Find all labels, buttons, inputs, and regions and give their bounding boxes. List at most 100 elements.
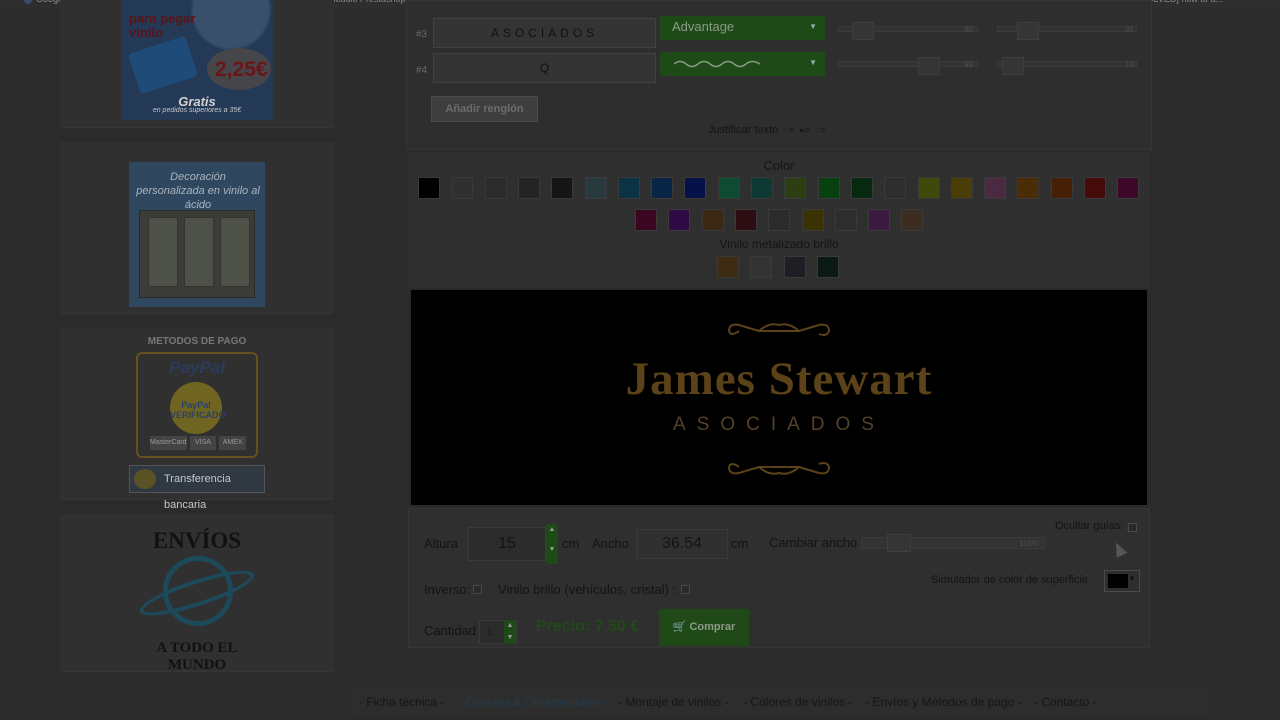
color-swatch[interactable] — [734, 209, 757, 231]
color-swatch[interactable] — [768, 209, 791, 231]
quantity-stepper[interactable]: ▲ ▼ — [504, 620, 516, 644]
slider-track — [838, 61, 978, 67]
stepper-down-icon[interactable]: ▼ — [504, 632, 516, 644]
color-swatch[interactable] — [517, 177, 540, 199]
metallic-swatch[interactable] — [816, 256, 839, 278]
quantity-value: 1 — [486, 626, 493, 638]
stepper-up-icon[interactable]: ▲ — [504, 620, 516, 632]
footer-link[interactable]: - Cenefas & Ornamentales - — [458, 695, 607, 709]
color-swatch[interactable] — [584, 177, 607, 199]
bank-transfer-badge[interactable]: Transferencia bancaria — [129, 465, 265, 511]
color-swatch[interactable] — [551, 177, 574, 199]
color-swatch[interactable] — [651, 177, 674, 199]
row-4-size-slider[interactable]: 99 — [838, 57, 978, 75]
color-swatch[interactable] — [1050, 177, 1073, 199]
promo-acid-banner[interactable]: Decoración personalizada en vinilo al ác… — [129, 162, 265, 307]
add-row-button[interactable]: Añadir renglón — [431, 96, 538, 122]
stepper-up-icon[interactable]: ▲ — [546, 524, 558, 544]
row-4-text-input[interactable]: Q — [433, 53, 656, 83]
slider-thumb[interactable] — [1001, 57, 1024, 75]
paypal-logo: PayPal — [169, 358, 225, 377]
stepper-down-icon[interactable]: ▼ — [546, 544, 558, 564]
row-3-font-select[interactable]: Advantage ▼ — [660, 16, 825, 40]
row-number: #3 — [416, 29, 428, 40]
align-center-radio[interactable]: ●≡ — [799, 125, 810, 135]
align-left-radio[interactable]: ○≡ — [783, 125, 794, 135]
paypal-badge[interactable]: PayPal PayPal VERIFICADO MasterCard VISA… — [136, 352, 258, 458]
bookmark-item[interactable]: Google — [24, 0, 65, 4]
color-swatch[interactable] — [950, 177, 973, 199]
color-swatch[interactable] — [834, 209, 857, 231]
color-swatch[interactable] — [1084, 177, 1106, 199]
row-3-size-slider[interactable]: 30 — [838, 22, 978, 40]
height-input[interactable]: 15 — [468, 527, 546, 561]
slider-thumb[interactable] — [1016, 22, 1039, 40]
color-swatch[interactable] — [868, 209, 891, 231]
color-swatch[interactable] — [451, 177, 474, 199]
color-swatch[interactable] — [817, 177, 840, 199]
inverse-checkbox[interactable] — [473, 585, 482, 594]
metallic-swatch[interactable] — [750, 256, 773, 278]
script-font-preview — [674, 60, 761, 68]
justify-label: Justificar texto — [708, 124, 779, 136]
color-swatch[interactable] — [717, 177, 740, 199]
color-swatch[interactable] — [617, 177, 640, 199]
slider-thumb[interactable] — [918, 57, 941, 75]
metallic-title: Vinilo metalizado brillo — [719, 237, 839, 251]
preview-name: James Stewart — [625, 353, 933, 405]
worldwide-shipping-banner[interactable]: ENVÍOS A TODO EL MUNDO — [129, 522, 265, 673]
color-swatch[interactable] — [418, 177, 440, 199]
color-swatch[interactable] — [984, 177, 1007, 199]
width-input[interactable]: 36.54 — [636, 529, 728, 559]
color-swatch[interactable] — [684, 177, 707, 199]
color-swatch[interactable] — [784, 177, 807, 199]
row-3-spacing-slider[interactable]: 31 — [997, 22, 1137, 40]
slider-value: 31 — [1125, 25, 1134, 34]
buy-button-label: Comprar — [689, 621, 736, 633]
footer-link[interactable]: - Ficha técnica - — [359, 695, 444, 709]
promo-price: 2,25€ — [215, 58, 268, 81]
color-swatch[interactable] — [801, 209, 824, 231]
buy-button[interactable]: 🛒 Comprar — [659, 609, 749, 646]
color-swatch[interactable] — [917, 177, 940, 199]
row-3-text-input[interactable]: ASOCIADOS — [433, 18, 656, 48]
row-4-spacing-slider[interactable]: 10 — [997, 57, 1137, 75]
color-swatch[interactable] — [850, 177, 873, 199]
gloss-vinyl-checkbox[interactable] — [681, 585, 690, 594]
gloss-vinyl-label: Vinilo brillo (vehículos, cristal) : — [498, 582, 677, 597]
room-image — [139, 210, 255, 298]
mastercard-icon: MasterCard — [150, 436, 187, 450]
footer-link[interactable]: - Colores de vinilos - — [743, 695, 852, 709]
slider-thumb[interactable] — [851, 22, 874, 40]
color-swatch[interactable] — [1017, 177, 1040, 199]
surface-color-select[interactable]: ▼ — [1104, 570, 1140, 592]
footer-link[interactable]: - Contacto - — [1034, 695, 1097, 709]
slider-thumb[interactable] — [886, 534, 911, 552]
color-swatch[interactable] — [701, 209, 724, 231]
bottom-ornament-icon — [728, 462, 831, 475]
color-swatch[interactable] — [901, 209, 924, 231]
surface-color-swatch — [1108, 574, 1128, 588]
height-stepper[interactable]: ▲ ▼ — [546, 524, 558, 564]
metallic-swatch[interactable] — [783, 256, 806, 278]
shipping-subtitle: A TODO EL MUNDO — [156, 640, 238, 673]
footer-link[interactable]: - Montaje de vinilos - — [618, 695, 729, 709]
visa-icon: VISA — [189, 436, 217, 450]
color-swatch[interactable] — [884, 177, 907, 199]
color-swatch[interactable] — [751, 177, 773, 199]
color-swatch[interactable] — [635, 209, 657, 231]
quantity-label: Cantidad — [424, 623, 477, 638]
metallic-swatch[interactable] — [717, 256, 739, 278]
justify-text-control: Justificar texto ○≡ ●≡ ○≡ — [708, 124, 826, 136]
cart-icon: 🛒 — [672, 621, 690, 633]
color-swatch[interactable] — [668, 209, 691, 231]
footer-link[interactable]: - Envíos y Métodos de pago - — [865, 695, 1022, 709]
row-4-font-select[interactable]: ▼ — [660, 52, 825, 76]
promo-squeegee-banner[interactable]: para pegar vinilo 2,25€ Gratis en pedidos… — [121, 0, 273, 120]
align-right-radio[interactable]: ○≡ — [815, 125, 826, 135]
promo-note: en pedidos superiores a 35€ — [152, 107, 242, 114]
color-swatch[interactable] — [484, 177, 507, 199]
hide-guides-checkbox[interactable] — [1128, 523, 1137, 532]
color-swatch[interactable] — [1117, 177, 1140, 199]
promo-circle — [191, 0, 271, 50]
